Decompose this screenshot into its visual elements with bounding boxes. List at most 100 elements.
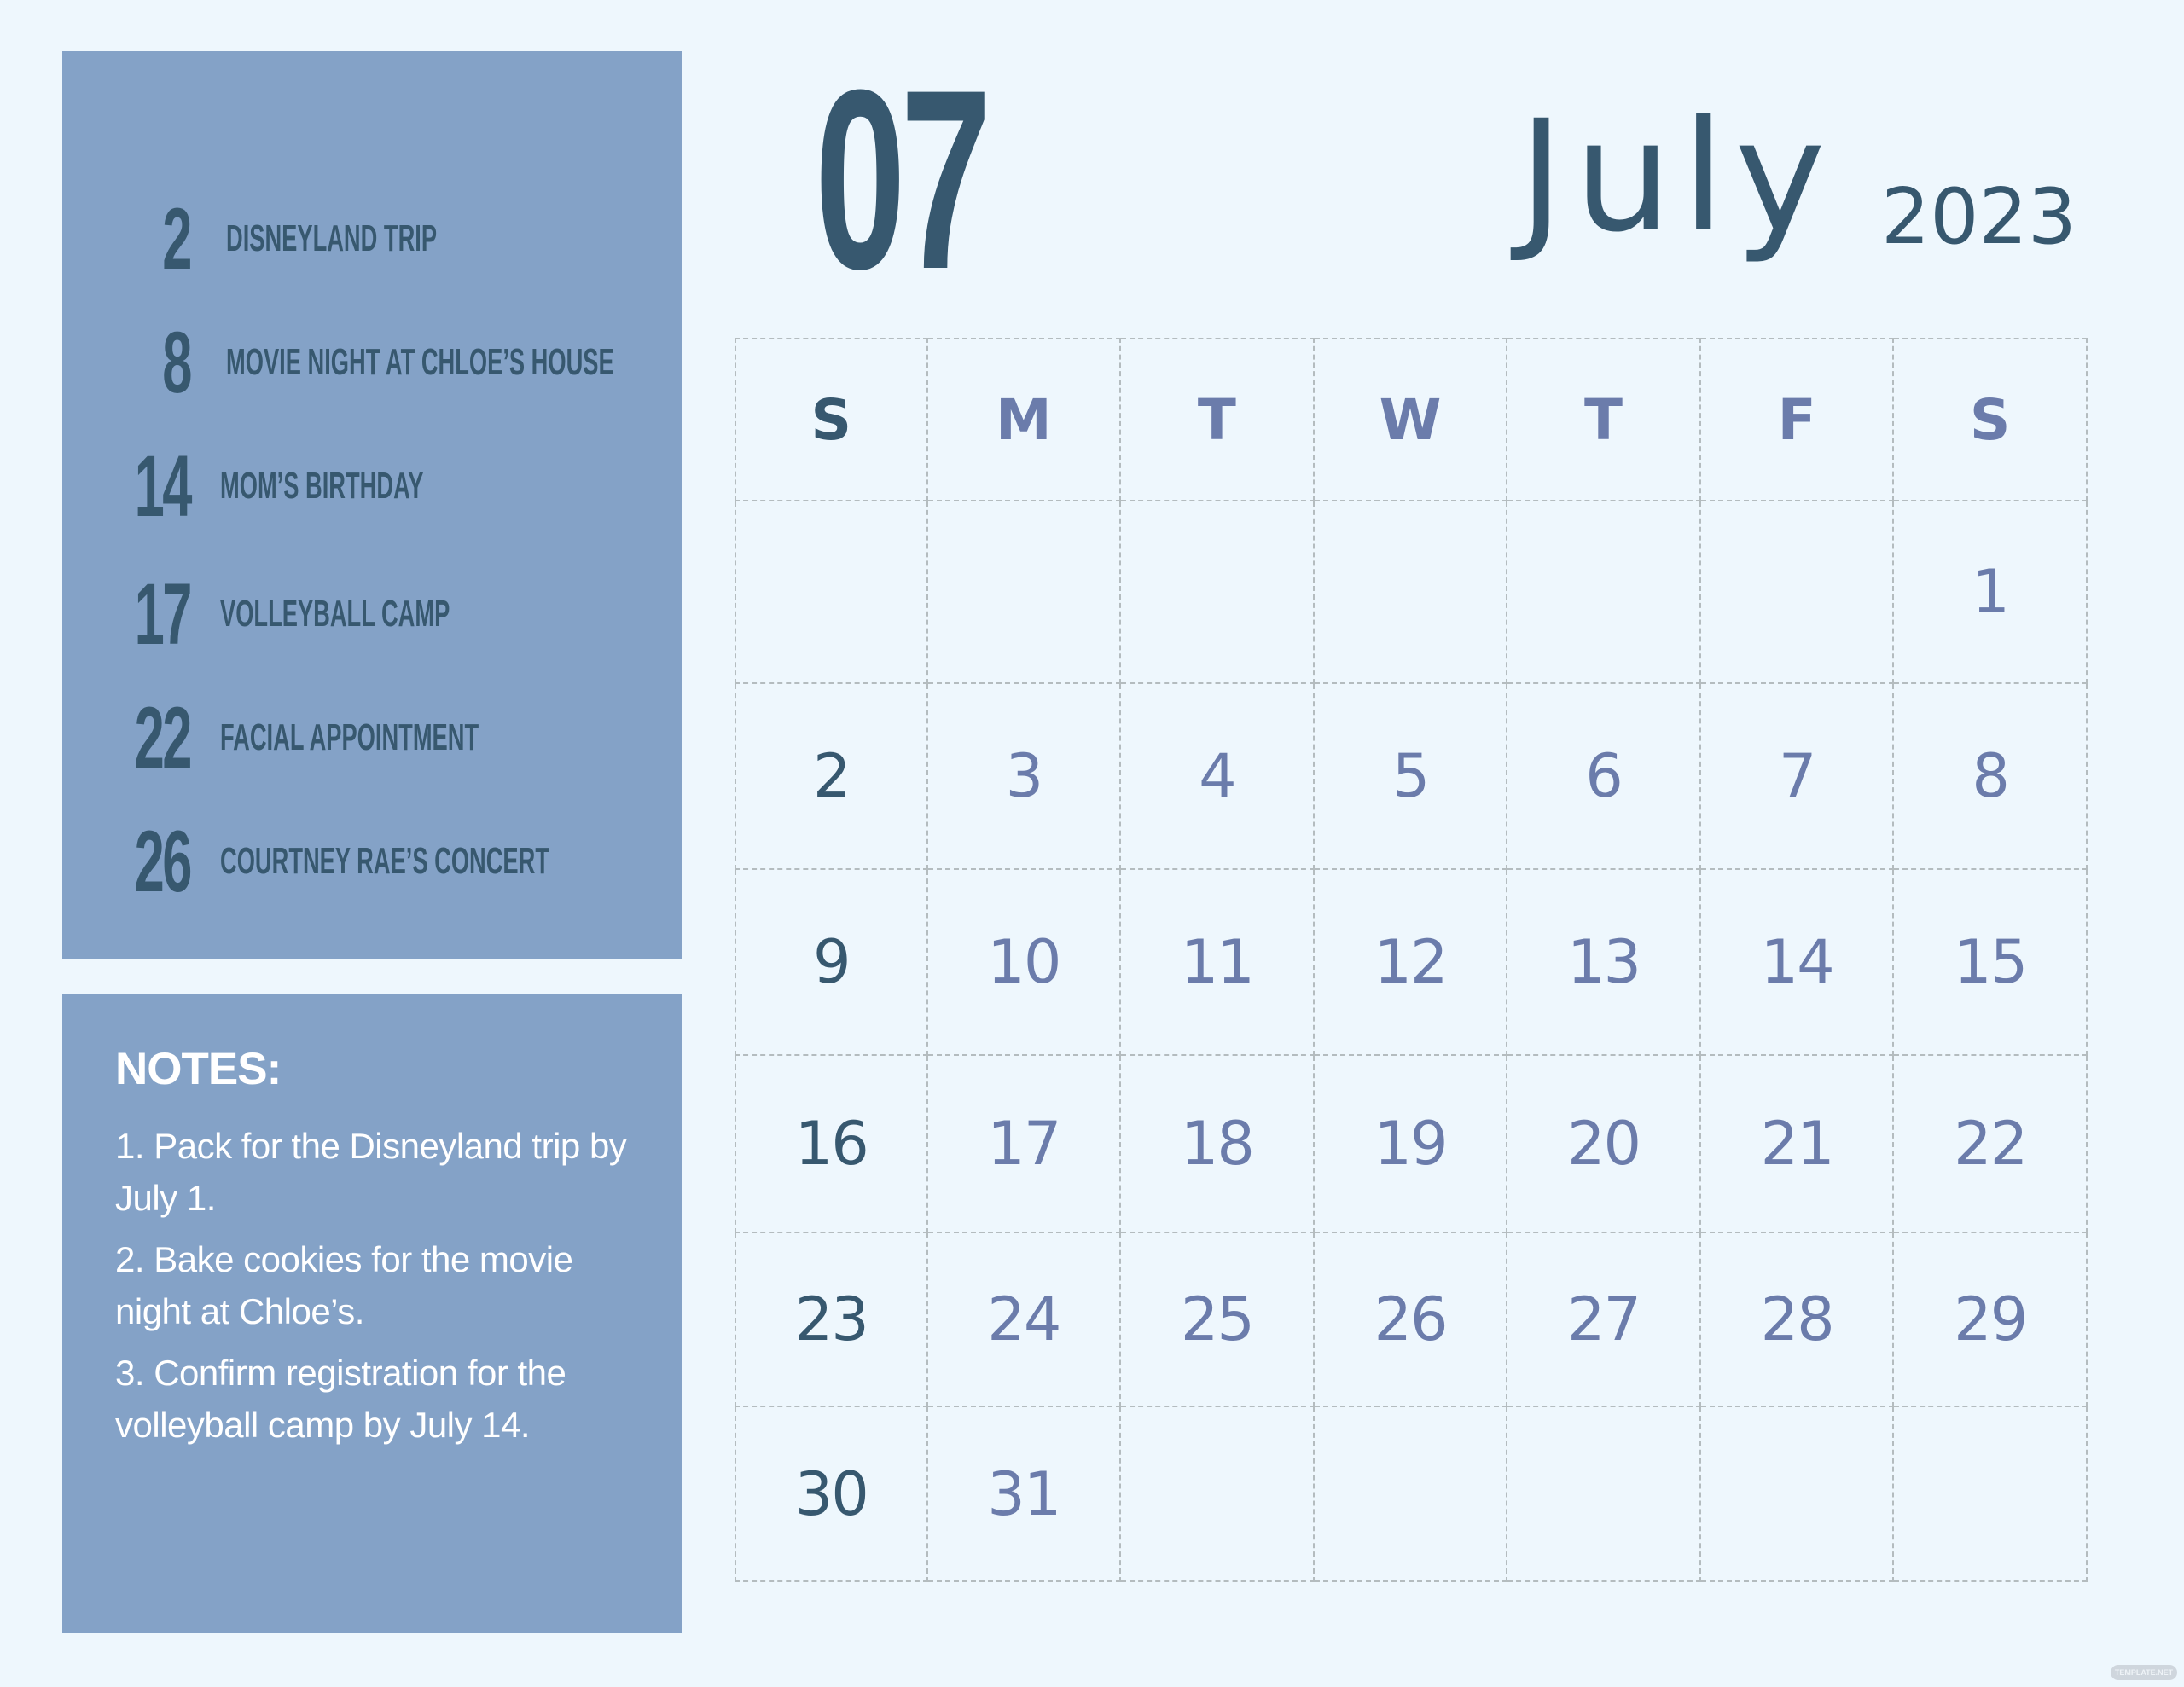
day-cell[interactable]: 11: [1121, 870, 1315, 1056]
event-day: 17: [134, 565, 193, 663]
weekday-label: T: [1584, 386, 1623, 453]
weekday-label: W: [1379, 386, 1442, 453]
event-item: 8 MOVIE NIGHT AT CHLOE’S HOUSE: [62, 316, 682, 409]
day-cell[interactable]: 3: [927, 684, 1122, 870]
weekday-header-cell: F: [1700, 338, 1895, 501]
weekday-header-cell: W: [1314, 338, 1508, 501]
weekday-header-cell: S: [735, 338, 928, 501]
day-number: 8: [1972, 741, 2010, 811]
day-number: 24: [987, 1284, 1061, 1354]
day-number: 1: [1972, 557, 2010, 627]
weekday-label: S: [1969, 386, 2011, 453]
event-day: 8: [162, 314, 192, 411]
day-cell[interactable]: 26: [1314, 1233, 1508, 1407]
day-cell[interactable]: 8: [1894, 684, 2088, 870]
day-cell[interactable]: 17: [927, 1056, 1122, 1233]
empty-day-cell: [1507, 1407, 1701, 1582]
day-number: 27: [1567, 1284, 1641, 1354]
day-cell[interactable]: 10: [927, 870, 1122, 1056]
events-panel: 2 DISNEYLAND TRIP 8 MOVIE NIGHT AT CHLOE…: [62, 51, 682, 959]
weekday-header-cell: T: [1121, 338, 1315, 501]
event-day: 2: [162, 190, 192, 287]
day-cell[interactable]: 5: [1314, 684, 1508, 870]
day-cell[interactable]: 12: [1314, 870, 1508, 1056]
day-number: 10: [987, 927, 1061, 997]
day-number: 15: [1954, 927, 2028, 997]
day-number: 29: [1954, 1284, 2028, 1354]
day-number: 18: [1180, 1109, 1255, 1179]
event-item: 26 COURTNEY RAE’S CONCERT: [62, 815, 682, 908]
day-cell[interactable]: 13: [1507, 870, 1701, 1056]
day-cell[interactable]: 30: [735, 1407, 928, 1582]
day-cell[interactable]: 14: [1700, 870, 1895, 1056]
notes-list: 1. Pack for the Disneyland trip by July …: [115, 1120, 644, 1460]
month-number: 07: [815, 36, 991, 322]
note-item: 3. Confirm registration for the volleyba…: [115, 1353, 566, 1445]
day-number: 25: [1180, 1284, 1255, 1354]
day-cell[interactable]: 27: [1507, 1233, 1701, 1407]
event-item: 2 DISNEYLAND TRIP: [62, 192, 682, 286]
empty-day-cell: [1700, 1407, 1895, 1582]
event-title: MOM’S BIRTHDAY: [220, 465, 424, 507]
weekday-label: M: [996, 386, 1052, 453]
event-title: MOVIE NIGHT AT CHLOE’S HOUSE: [226, 341, 614, 383]
day-cell[interactable]: 1: [1894, 501, 2088, 684]
day-cell[interactable]: 23: [735, 1233, 928, 1407]
day-cell[interactable]: 29: [1894, 1233, 2088, 1407]
day-number: 22: [1954, 1109, 2028, 1179]
empty-day-cell: [1121, 501, 1315, 684]
day-cell[interactable]: 31: [927, 1407, 1122, 1582]
weekday-header-cell: S: [1894, 338, 2088, 501]
day-number: 21: [1760, 1109, 1835, 1179]
empty-day-cell: [1507, 501, 1701, 684]
weekday-label: F: [1777, 386, 1816, 453]
day-cell[interactable]: 28: [1700, 1233, 1895, 1407]
event-title: FACIAL APPOINTMENT: [220, 716, 479, 758]
day-number: 2: [813, 741, 851, 811]
empty-day-cell: [1894, 1407, 2088, 1582]
event-day: 22: [134, 689, 193, 786]
day-number: 20: [1567, 1109, 1641, 1179]
event-title: DISNEYLAND TRIP: [226, 217, 438, 259]
day-cell[interactable]: 15: [1894, 870, 2088, 1056]
event-item: 22 FACIAL APPOINTMENT: [62, 691, 682, 785]
day-cell[interactable]: 16: [735, 1056, 928, 1233]
watermark-badge: TEMPLATE.NET: [2111, 1665, 2177, 1680]
day-cell[interactable]: 4: [1121, 684, 1315, 870]
day-number: 6: [1585, 741, 1623, 811]
event-day: 26: [134, 813, 193, 910]
weekday-header-cell: T: [1507, 338, 1701, 501]
day-number: 19: [1374, 1109, 1448, 1179]
day-cell[interactable]: 24: [927, 1233, 1122, 1407]
day-number: 31: [987, 1458, 1061, 1529]
day-cell[interactable]: 22: [1894, 1056, 2088, 1233]
day-number: 30: [794, 1458, 869, 1529]
day-number: 5: [1391, 741, 1431, 811]
empty-day-cell: [735, 501, 928, 684]
day-cell[interactable]: 6: [1507, 684, 1701, 870]
day-number: 23: [794, 1284, 869, 1354]
day-cell[interactable]: 25: [1121, 1233, 1315, 1407]
weekday-label: T: [1197, 386, 1236, 453]
day-number: 14: [1760, 927, 1835, 997]
day-number: 4: [1199, 741, 1237, 811]
empty-day-cell: [1314, 1407, 1508, 1582]
notes-panel: NOTES: 1. Pack for the Disneyland trip b…: [62, 994, 682, 1633]
empty-day-cell: [1121, 1407, 1315, 1582]
day-cell[interactable]: 9: [735, 870, 928, 1056]
day-cell[interactable]: 2: [735, 684, 928, 870]
day-cell[interactable]: 18: [1121, 1056, 1315, 1233]
day-number: 26: [1374, 1284, 1448, 1354]
day-number: 28: [1760, 1284, 1835, 1354]
day-cell[interactable]: 7: [1700, 684, 1895, 870]
day-number: 11: [1180, 927, 1255, 997]
day-cell[interactable]: 20: [1507, 1056, 1701, 1233]
day-cell[interactable]: 21: [1700, 1056, 1895, 1233]
event-item: 17 VOLLEYBALL CAMP: [62, 567, 682, 661]
day-number: 3: [1005, 741, 1044, 811]
event-day: 14: [134, 438, 193, 535]
calendar-grid: S M T W T F S 1 2 3 4 5 6 7 8 9 10 11 12 13 14 15 16 17 18 19 20 21…: [735, 338, 2088, 1582]
event-title: COURTNEY RAE’S CONCERT: [220, 840, 549, 882]
weekday-label: S: [810, 386, 852, 453]
day-cell[interactable]: 19: [1314, 1056, 1508, 1233]
